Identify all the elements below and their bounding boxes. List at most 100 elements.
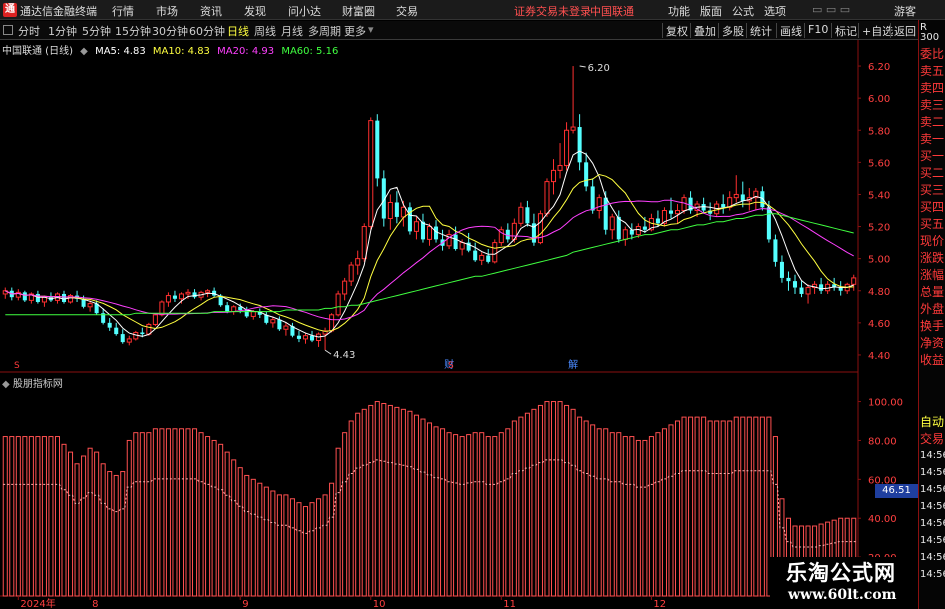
candle-body-down	[120, 334, 125, 343]
quote-item-18: 收益	[920, 353, 945, 367]
indicator-bar	[655, 432, 661, 597]
period-more[interactable]: 更多	[344, 23, 366, 39]
indicator-bar	[485, 436, 491, 597]
candle-body-down	[766, 207, 771, 240]
indicator-settings-icon[interactable]: ◆	[2, 379, 10, 390]
indicator-bar	[681, 416, 687, 597]
indicator-bar	[178, 428, 185, 597]
period-60min[interactable]: 60分钟	[189, 23, 225, 39]
candle-body-down	[309, 335, 315, 341]
period-1min[interactable]: 1分钟	[48, 23, 77, 39]
period-month[interactable]: 月线	[281, 23, 303, 39]
btn-fuquan[interactable]: 复权	[662, 23, 691, 38]
app-title: 通达信金融终端	[20, 5, 97, 18]
indicator-bar	[759, 416, 765, 597]
indicator-bar	[68, 451, 74, 597]
prev-icon[interactable]	[3, 25, 13, 35]
ma20-line	[5, 199, 854, 321]
indicator-bar	[322, 494, 328, 597]
candle-body-up	[805, 287, 811, 295]
menu-gongneng[interactable]: 功能	[668, 3, 690, 19]
title-bar: 通 通达信金融终端 行情 市场 资讯 发现 问小达 财富圈 交易 证券交易未登录…	[0, 0, 945, 20]
candle-body-up	[87, 303, 93, 308]
menu-hangqing[interactable]: 行情	[112, 3, 134, 19]
indicator-bar	[733, 416, 739, 597]
btn-tongji[interactable]: 统计	[746, 23, 775, 38]
menu-shichang[interactable]: 市场	[156, 3, 178, 19]
btn-biaoji[interactable]: 标记	[831, 23, 860, 38]
btn-fanhui[interactable]: 返回	[890, 23, 919, 38]
indicator-bar	[231, 459, 237, 597]
menu-jiaoyi[interactable]: 交易	[396, 3, 418, 19]
event-marker[interactable]: 解	[568, 358, 578, 371]
candle-body-down	[760, 191, 765, 208]
ma10-line	[5, 173, 854, 332]
indicator-bar	[296, 502, 302, 597]
menu-faxian[interactable]: 发现	[244, 3, 266, 19]
period-day[interactable]: 日线	[227, 23, 249, 39]
indicator-bar	[381, 403, 387, 597]
quote-time-0: 14:56	[920, 450, 945, 461]
candle-body-down	[61, 293, 67, 302]
candle-body-down	[701, 204, 706, 211]
indicator-bar	[342, 432, 348, 597]
btn-diejia[interactable]: 叠加	[690, 23, 719, 38]
quote-time-2: 14:56	[920, 484, 945, 495]
login-warning[interactable]: 证券交易未登录	[514, 3, 591, 19]
menu-gongshi[interactable]: 公式	[732, 3, 754, 19]
user-label[interactable]: 游客	[894, 3, 916, 19]
indicator-bar	[120, 471, 126, 597]
candle-body-up	[609, 216, 615, 231]
indicator-bar	[250, 478, 256, 597]
candle-body-down	[420, 221, 425, 240]
indicator-bar	[113, 474, 119, 597]
quote-item-7: 买二	[920, 166, 945, 180]
btn-huaxian[interactable]: 画线	[776, 23, 805, 38]
indicator-bar	[302, 506, 309, 597]
price-tick-label: 6.00	[868, 94, 890, 105]
price-tick-label: 5.00	[868, 255, 890, 266]
watermark-url: www.60lt.com	[788, 587, 897, 603]
indicator-bar	[159, 428, 165, 597]
menu-caifuquan[interactable]: 财富圈	[342, 3, 375, 19]
candle-body-down	[172, 295, 177, 299]
indicator-bar	[35, 436, 41, 597]
indicator-bar	[472, 432, 478, 597]
date-tick-label: 9	[242, 599, 248, 609]
indicator-bar	[537, 404, 543, 597]
indicator-bar	[54, 436, 61, 597]
period-5min[interactable]: 5分钟	[82, 23, 111, 39]
period-15min[interactable]: 15分钟	[115, 23, 151, 39]
indicator-bar	[720, 420, 726, 597]
candle-body-up	[550, 169, 557, 183]
quote-item-12: 涨跌	[920, 251, 945, 265]
more-chevron-icon[interactable]: ▾	[368, 23, 374, 36]
annotation-label: 6.20	[588, 63, 610, 74]
quote-item-13: 涨幅	[920, 268, 945, 282]
candle-body-down	[616, 216, 621, 240]
btn-duogu[interactable]: 多股	[718, 23, 747, 38]
period-multi[interactable]: 多周期	[308, 23, 341, 39]
period-fenshi[interactable]: 分时	[18, 23, 40, 39]
candle-body-down	[277, 319, 282, 330]
chart-area[interactable]: 4.40 4.60 4.80 5.00 5.20 5.40 5.60 5.80 6.00 6.20…	[0, 40, 918, 609]
quote-item-2: 卖四	[920, 81, 945, 95]
indicator-bar	[348, 420, 354, 597]
candle-body-up	[152, 314, 158, 325]
window-controls[interactable]: ▭ ▭ ▭	[812, 3, 850, 16]
price-tick-label: 4.60	[868, 319, 890, 330]
menu-wenxiaoda[interactable]: 问小达	[288, 3, 321, 19]
menu-banmian[interactable]: 版面	[700, 3, 722, 19]
period-week[interactable]: 周线	[254, 23, 276, 39]
btn-f10[interactable]: F10	[804, 23, 831, 38]
indicator-bar	[15, 436, 21, 597]
indicator-bar	[688, 416, 694, 597]
period-30min[interactable]: 30分钟	[152, 23, 188, 39]
indicator-bar	[629, 436, 635, 597]
candle-body-up	[635, 226, 641, 236]
indicator-bar	[335, 447, 341, 597]
indicator-bar	[289, 498, 295, 597]
menu-xuanxiang[interactable]: 选项	[764, 3, 786, 19]
indicator-bar	[746, 416, 752, 597]
menu-zixun[interactable]: 资讯	[200, 3, 222, 19]
